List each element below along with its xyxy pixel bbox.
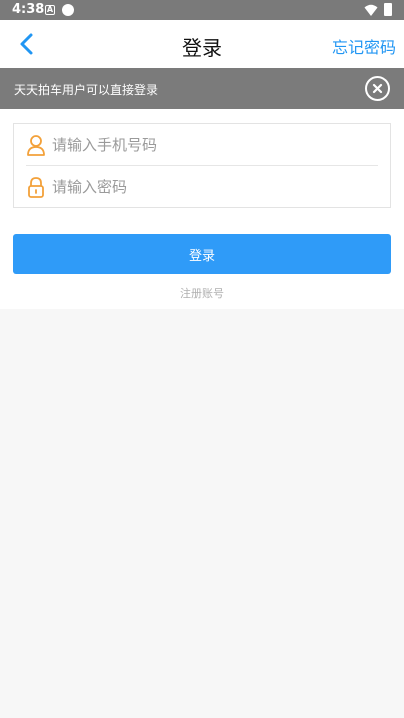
phone-input[interactable] bbox=[52, 132, 372, 158]
status-bar: 4:38 A bbox=[0, 0, 404, 20]
login-button[interactable]: 登录 bbox=[13, 234, 391, 274]
register-link[interactable]: 注册账号 bbox=[0, 285, 404, 301]
forgot-password-link[interactable]: 忘记密码 bbox=[332, 34, 396, 58]
wifi-icon bbox=[364, 4, 378, 16]
notification-a-icon: A bbox=[45, 5, 55, 15]
notification-dot-icon bbox=[62, 4, 74, 16]
user-icon bbox=[27, 135, 45, 156]
notice-text: 天天拍车用户可以直接登录 bbox=[14, 83, 159, 97]
battery-icon bbox=[384, 3, 392, 16]
lock-icon bbox=[28, 177, 44, 198]
login-form bbox=[13, 123, 391, 208]
phone-field bbox=[14, 124, 390, 166]
status-time: 4:38 bbox=[12, 2, 45, 17]
password-field bbox=[14, 166, 390, 208]
password-input[interactable] bbox=[52, 174, 372, 200]
close-circle-icon bbox=[372, 83, 383, 94]
notice-close-button[interactable] bbox=[365, 76, 390, 101]
notice-bar: 天天拍车用户可以直接登录 bbox=[0, 68, 404, 109]
app-header: 登录 忘记密码 bbox=[0, 20, 404, 68]
